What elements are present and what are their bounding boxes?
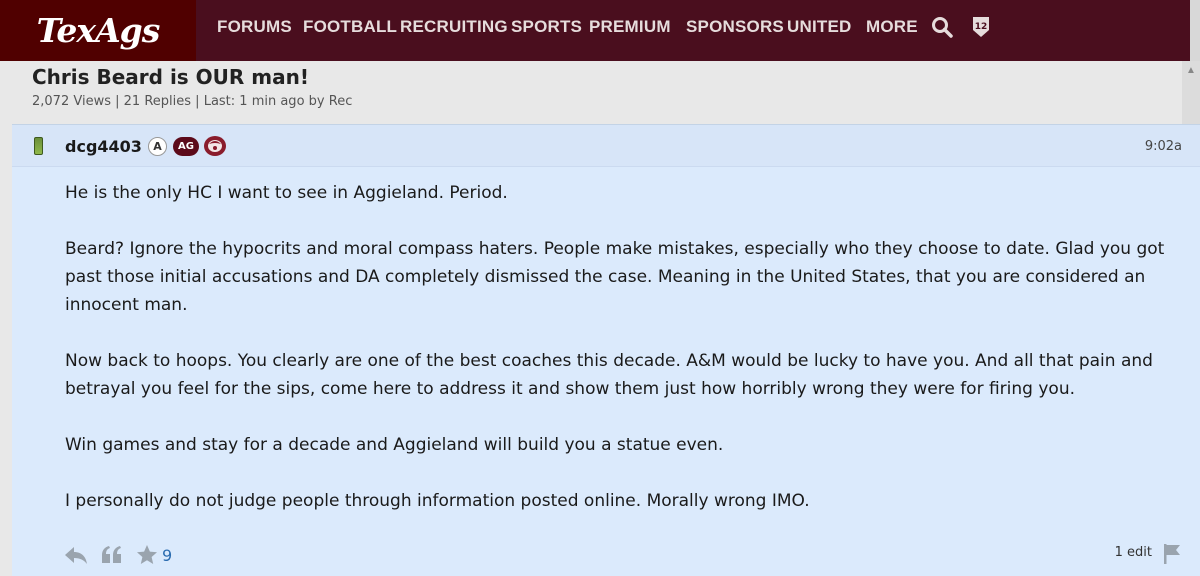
post-paragraph: Win games and stay for a decade and Aggi… bbox=[65, 435, 724, 455]
nav-more[interactable]: MORE bbox=[866, 17, 918, 37]
flag-icon[interactable] bbox=[1162, 543, 1182, 570]
phone-icon bbox=[34, 137, 43, 155]
thread-last-post: Last: 1 min ago by bbox=[203, 94, 325, 109]
star-icon[interactable] bbox=[136, 544, 158, 566]
logo-text: TexAgs bbox=[36, 11, 161, 50]
post-time: 9:02a bbox=[1144, 139, 1182, 154]
site-logo[interactable]: TexAgs bbox=[0, 0, 196, 61]
nav-recruiting[interactable]: RECRUITING bbox=[400, 17, 508, 37]
mascot-badge-icon bbox=[203, 135, 227, 157]
post-header: dcg4403 A AG 9:02a bbox=[12, 125, 1200, 167]
nav-sponsors[interactable]: SPONSORS bbox=[686, 17, 784, 37]
post-paragraph: Now back to hoops. You clearly are one o… bbox=[65, 351, 1153, 399]
nav-sports[interactable]: SPORTS bbox=[511, 17, 582, 37]
svg-text:12: 12 bbox=[975, 22, 988, 32]
quote-icon[interactable] bbox=[100, 545, 124, 565]
meta-separator: | bbox=[115, 94, 120, 109]
thread-header: Chris Beard is OUR man! 2,072 Views | 21… bbox=[12, 61, 1200, 124]
top-navigation: TexAgs FORUMS FOOTBALL RECRUITING SPORTS… bbox=[0, 0, 1200, 61]
ag-badge: AG bbox=[173, 137, 199, 156]
edit-count[interactable]: 1 edit bbox=[1115, 545, 1152, 560]
thread-views: 2,072 Views bbox=[32, 94, 111, 109]
nav-football[interactable]: FOOTBALL bbox=[303, 17, 397, 37]
thread-replies: 21 Replies bbox=[123, 94, 192, 109]
forum-post: dcg4403 A AG 9:02a He is the only HC I w… bbox=[12, 124, 1200, 576]
twelfth-man-icon[interactable]: 12 bbox=[971, 15, 991, 44]
star-count[interactable]: 9 bbox=[162, 546, 172, 565]
post-paragraph: I personally do not judge people through… bbox=[65, 491, 810, 511]
account-badge: A bbox=[148, 137, 167, 156]
post-paragraph: Beard? Ignore the hypocrits and moral co… bbox=[65, 239, 1165, 315]
search-icon[interactable] bbox=[931, 16, 953, 43]
nav-edge bbox=[1190, 0, 1200, 61]
post-actions: 9 bbox=[64, 543, 172, 567]
post-body: He is the only HC I want to see in Aggie… bbox=[65, 179, 1185, 543]
post-username[interactable]: dcg4403 bbox=[65, 137, 142, 156]
thread-meta: 2,072 Views | 21 Replies | Last: 1 min a… bbox=[32, 94, 352, 109]
thread-title: Chris Beard is OUR man! bbox=[32, 65, 309, 89]
last-post-user[interactable]: Rec bbox=[329, 94, 353, 109]
nav-united[interactable]: UNITED bbox=[787, 17, 851, 37]
nav-premium[interactable]: PREMIUM bbox=[589, 17, 671, 37]
reply-icon[interactable] bbox=[64, 545, 88, 565]
nav-forums[interactable]: FORUMS bbox=[217, 17, 292, 37]
scroll-up-arrow-icon[interactable]: ▲ bbox=[1182, 61, 1200, 79]
meta-separator: | bbox=[195, 94, 200, 109]
post-paragraph: He is the only HC I want to see in Aggie… bbox=[65, 183, 508, 203]
